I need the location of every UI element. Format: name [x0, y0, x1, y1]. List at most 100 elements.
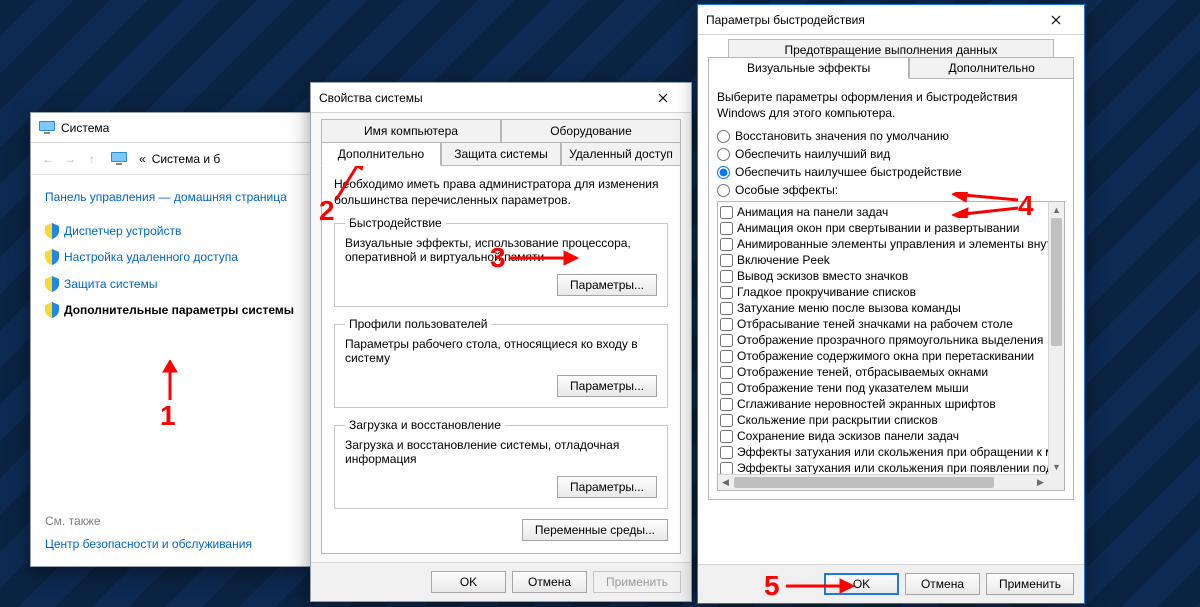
effect-item-13[interactable]: Скольжение при раскрытии списков	[720, 412, 1046, 428]
cancel-button[interactable]: Отмена	[512, 571, 587, 593]
effect-checkbox[interactable]	[720, 302, 733, 315]
scroll-up-button[interactable]: ▲	[1049, 202, 1064, 217]
effect-label: Эффекты затухания или скольжения при обр…	[737, 445, 1048, 459]
effect-item-4[interactable]: Вывод эскизов вместо значков	[720, 268, 1046, 284]
effect-item-3[interactable]: Включение Peek	[720, 252, 1046, 268]
effect-checkbox[interactable]	[720, 382, 733, 395]
forward-button[interactable]: →	[61, 148, 79, 170]
radio-option-2[interactable]: Обеспечить наилучшее быстродействие	[717, 165, 1065, 179]
environment-variables-button[interactable]: Переменные среды...	[522, 519, 668, 541]
effect-checkbox[interactable]	[720, 238, 733, 251]
cancel-button[interactable]: Отмена	[905, 573, 980, 595]
effect-item-11[interactable]: Отображение тени под указателем мыши	[720, 380, 1046, 396]
ok-button[interactable]: OK	[824, 573, 899, 595]
sidebar-link-label: Настройка удаленного доступа	[64, 249, 238, 265]
control-panel-home-link[interactable]: Панель управления — домашняя страница	[45, 189, 299, 205]
profiles-settings-button[interactable]: Параметры...	[557, 375, 657, 397]
effect-item-14[interactable]: Сохранение вида эскизов панели задач	[720, 428, 1046, 444]
effect-item-8[interactable]: Отображение прозрачного прямоугольника в…	[720, 332, 1046, 348]
effect-checkbox[interactable]	[720, 462, 733, 475]
effect-item-12[interactable]: Сглаживание неровностей экранных шрифтов	[720, 396, 1046, 412]
sidebar-link-label: Дополнительные параметры системы	[64, 302, 294, 318]
effect-checkbox[interactable]	[720, 222, 733, 235]
ok-button[interactable]: OK	[431, 571, 506, 593]
tab-hardware[interactable]: Оборудование	[501, 119, 681, 142]
performance-settings-button[interactable]: Параметры...	[557, 274, 657, 296]
effect-item-9[interactable]: Отображение содержимого окна при перетас…	[720, 348, 1046, 364]
dialog-title: Параметры быстродействия	[706, 13, 865, 27]
effect-checkbox[interactable]	[720, 318, 733, 331]
up-button[interactable]: ↑	[83, 148, 101, 170]
scroll-down-button[interactable]: ▼	[1049, 459, 1064, 474]
effects-listbox[interactable]: Анимация на панели задачАнимация окон пр…	[717, 201, 1065, 491]
titlebar[interactable]: Система	[31, 113, 311, 143]
effect-checkbox[interactable]	[720, 270, 733, 283]
effect-item-0[interactable]: Анимация на панели задач	[720, 204, 1046, 220]
monitor-icon	[111, 152, 127, 166]
back-button[interactable]: ←	[39, 148, 57, 170]
close-button[interactable]	[1036, 8, 1076, 32]
effect-item-16[interactable]: Эффекты затухания или скольжения при поя…	[720, 460, 1046, 474]
profiles-desc: Параметры рабочего стола, относящиеся ко…	[345, 337, 657, 365]
tab-advanced[interactable]: Дополнительно	[909, 57, 1074, 79]
startup-settings-button[interactable]: Параметры...	[557, 476, 657, 498]
effect-checkbox[interactable]	[720, 206, 733, 219]
effect-label: Гладкое прокручивание списков	[737, 285, 916, 299]
vertical-scrollbar[interactable]: ▲ ▼	[1048, 202, 1064, 474]
effect-label: Отображение теней, отбрасываемых окнами	[737, 365, 988, 379]
effect-item-6[interactable]: Затухание меню после вызова команды	[720, 300, 1046, 316]
effect-checkbox[interactable]	[720, 366, 733, 379]
performance-legend: Быстродействие	[345, 216, 446, 230]
effect-checkbox[interactable]	[720, 254, 733, 267]
radio-input[interactable]	[717, 130, 730, 143]
scroll-thumb[interactable]	[734, 477, 994, 488]
scroll-thumb[interactable]	[1051, 218, 1062, 346]
scroll-left-button[interactable]: ◀	[718, 475, 733, 490]
radio-input[interactable]	[717, 184, 730, 197]
effect-item-5[interactable]: Гладкое прокручивание списков	[720, 284, 1046, 300]
effect-item-10[interactable]: Отображение теней, отбрасываемых окнами	[720, 364, 1046, 380]
radio-option-0[interactable]: Восстановить значения по умолчанию	[717, 129, 1065, 143]
tab-strip: Предотвращение выполнения данных Визуаль…	[708, 39, 1074, 79]
tab-visual-effects[interactable]: Визуальные эффекты	[708, 57, 909, 79]
effect-item-7[interactable]: Отбрасывание теней значками на рабочем с…	[720, 316, 1046, 332]
radio-option-3[interactable]: Особые эффекты:	[717, 183, 1065, 197]
see-also-label: См. также	[45, 514, 299, 528]
breadcrumb[interactable]: Система и б	[152, 152, 221, 166]
effect-item-1[interactable]: Анимация окон при свертывании и разверты…	[720, 220, 1046, 236]
sidebar-link-2[interactable]: Защита системы	[45, 276, 299, 292]
apply-button[interactable]: Применить	[986, 573, 1074, 595]
effect-checkbox[interactable]	[720, 430, 733, 443]
effect-checkbox[interactable]	[720, 398, 733, 411]
tab-advanced[interactable]: Дополнительно	[321, 142, 441, 166]
apply-button[interactable]: Применить	[593, 571, 681, 593]
shield-icon	[45, 249, 59, 265]
sidebar-link-1[interactable]: Настройка удаленного доступа	[45, 249, 299, 265]
effect-label: Вывод эскизов вместо значков	[737, 269, 908, 283]
effect-checkbox[interactable]	[720, 446, 733, 459]
shield-icon	[45, 302, 59, 318]
effect-label: Отбрасывание теней значками на рабочем с…	[737, 317, 1013, 331]
sidebar-link-0[interactable]: Диспетчер устройств	[45, 223, 299, 239]
tab-remote[interactable]: Удаленный доступ	[561, 142, 681, 166]
sidebar-link-3[interactable]: Дополнительные параметры системы	[45, 302, 299, 318]
tab-protection[interactable]: Защита системы	[441, 142, 561, 166]
effect-checkbox[interactable]	[720, 334, 733, 347]
radio-input[interactable]	[717, 148, 730, 161]
effect-checkbox[interactable]	[720, 286, 733, 299]
effect-checkbox[interactable]	[720, 350, 733, 363]
titlebar[interactable]: Свойства системы	[311, 83, 691, 113]
radio-option-1[interactable]: Обеспечить наилучший вид	[717, 147, 1065, 161]
scroll-right-button[interactable]: ▶	[1033, 475, 1048, 490]
effect-item-15[interactable]: Эффекты затухания или скольжения при обр…	[720, 444, 1046, 460]
effect-item-2[interactable]: Анимированные элементы управления и элем…	[720, 236, 1046, 252]
tab-computer-name[interactable]: Имя компьютера	[321, 119, 501, 142]
sidebar-link-label: Диспетчер устройств	[64, 223, 181, 239]
effect-checkbox[interactable]	[720, 414, 733, 427]
close-button[interactable]	[643, 86, 683, 110]
horizontal-scrollbar[interactable]: ◀ ▶	[718, 474, 1048, 490]
security-maintenance-link[interactable]: Центр безопасности и обслуживания	[45, 536, 299, 552]
titlebar[interactable]: Параметры быстродействия	[698, 5, 1084, 35]
radio-input[interactable]	[717, 166, 730, 179]
effect-label: Отображение содержимого окна при перетас…	[737, 349, 1034, 363]
